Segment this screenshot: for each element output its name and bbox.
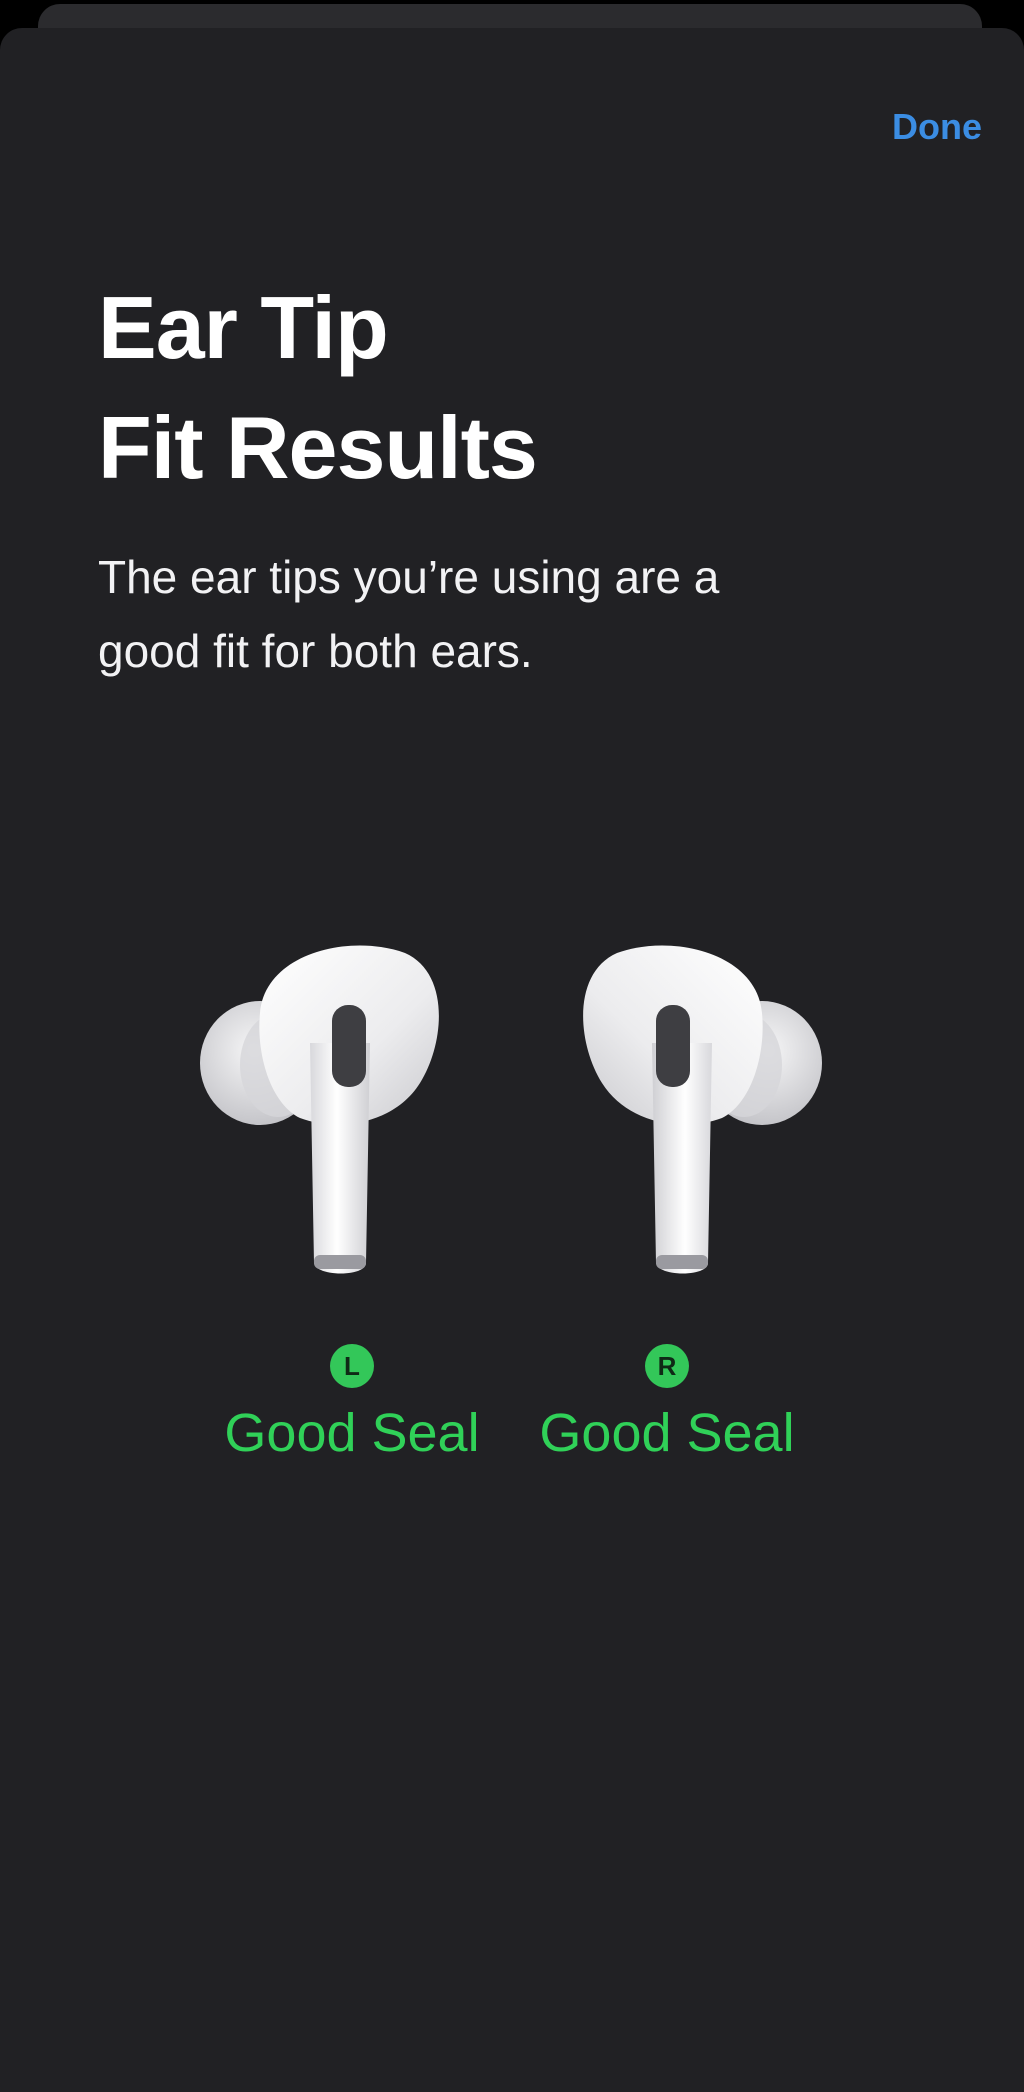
ear-tip-results-sheet: Done Ear Tip Fit Results The ear tips yo… <box>0 28 1024 2092</box>
right-seal-status: Good Seal <box>539 1403 795 1463</box>
left-earbud-icon <box>200 945 439 1274</box>
right-seal-result: R Good Seal <box>507 1344 827 1468</box>
right-earbud-icon <box>583 945 822 1274</box>
page-title-line-2: Fit Results <box>98 398 538 497</box>
page-title-line-1: Ear Tip <box>98 278 389 377</box>
page-title: Ear Tip Fit Results <box>98 268 918 508</box>
left-side-badge: L <box>330 1344 374 1388</box>
result-description-line-2: good fit for both ears. <box>98 625 533 677</box>
result-description-line-1: The ear tips you’re using are a <box>98 551 720 603</box>
result-description: The ear tips you’re using are a good fit… <box>98 540 918 688</box>
done-button[interactable]: Done <box>892 106 982 148</box>
left-seal-result: L Good Seal <box>192 1344 512 1468</box>
right-side-badge: R <box>645 1344 689 1388</box>
left-seal-status: Good Seal <box>224 1403 480 1463</box>
